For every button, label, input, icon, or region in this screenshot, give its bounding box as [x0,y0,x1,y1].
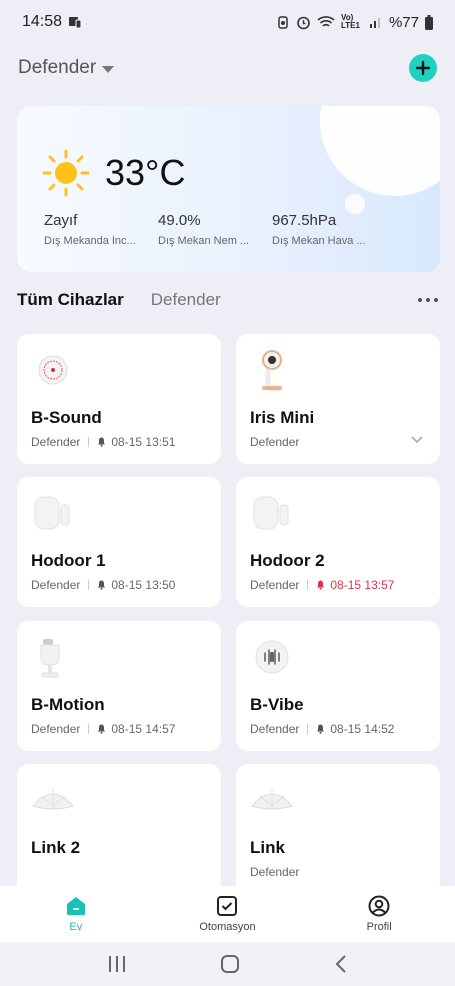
device-last-event-time: 08-15 13:50 [111,578,176,592]
device-last-event-time: 08-15 14:52 [330,722,395,736]
device-card[interactable]: Link Defender [236,764,440,886]
profile-icon [368,895,390,917]
weather-stat: Zayıf Dış Mekanda İnc... [44,212,158,247]
motion-sensor-icon [31,635,75,679]
more-options-icon[interactable] [418,298,438,302]
device-room: Defender [31,435,81,449]
nav-label: Profil [366,921,392,933]
bell-icon [317,724,325,734]
door-sensor-icon [31,491,75,535]
device-room: Defender [250,435,300,449]
system-navigation [0,942,455,986]
device-name: B-Vibe [250,695,304,714]
device-last-event-time: 08-15 14:57 [111,722,176,736]
decoration-bubble [345,194,365,214]
clock-icon [297,16,310,29]
bell-icon [98,437,106,447]
weather-stat-value: 49.0% [158,212,201,229]
battery-percent: %77 [388,13,419,31]
tab-all-devices[interactable]: Tüm Cihazlar [17,290,124,310]
device-name: Iris Mini [250,408,315,427]
decoration-bubble [368,182,374,188]
status-time: 14:58 [22,13,63,30]
wifi-icon [317,16,335,27]
home-icon [66,897,85,915]
hub-icon [250,778,294,822]
device-room: Defender [31,578,81,592]
temperature: 33°C [105,152,186,193]
device-room: Defender [250,578,300,592]
status-bar: 14:58 Vo) LTE1 %77 [0,0,455,44]
tab-defender[interactable]: Defender [151,290,221,310]
home-name: Defender [18,57,97,78]
nav-profile[interactable]: Profil [319,895,439,933]
alert-bell-icon [317,580,325,590]
weather-card[interactable]: 33°C Zayıf Dış Mekanda İnc... 49.0% Dış … [17,106,440,272]
signal-icon [369,18,380,28]
chevron-down-icon[interactable] [410,434,424,444]
automation-icon [217,896,238,916]
hub-icon [31,778,75,822]
device-name: Hodoor 1 [31,551,106,570]
device-room: Defender [250,722,300,736]
home-selector[interactable]: Defender [18,57,115,79]
device-name: B-Motion [31,695,105,714]
weather-stat: 967.5hPa Dış Mekan Hava ... [272,212,386,247]
device-card[interactable]: Link 2 [17,764,221,886]
alarm-icon [278,16,288,29]
siren-icon [31,348,75,392]
device-card[interactable]: Iris Mini Defender [236,334,440,464]
recent-apps-icon[interactable] [107,955,127,973]
vibration-sensor-icon [250,635,294,679]
device-name: B-Sound [31,408,102,427]
device-room: Defender [250,865,300,879]
weather-stat-value: 967.5hPa [272,212,337,229]
notification-icon [69,17,82,29]
room-tabs: Tüm Cihazlar Defender [17,286,438,314]
weather-stat: 49.0% Dış Mekan Nem ... [158,212,272,247]
nav-automation[interactable]: Otomasyon [167,895,287,933]
device-card[interactable]: B-Vibe Defender 08-15 14:52 [236,621,440,751]
back-icon[interactable] [334,954,348,974]
decoration-bubble [320,106,440,196]
device-card[interactable]: Hodoor 2 Defender 08-15 13:57 [236,477,440,607]
weather-stat-label: Dış Mekanda İnc... [44,235,136,247]
weather-stat-label: Dış Mekan Nem ... [158,235,250,247]
bell-icon [98,724,106,734]
device-grid: B-Sound Defender 08-15 13:51 Iris Mini D… [17,334,440,886]
bell-icon [98,580,106,590]
plus-icon [415,60,431,76]
device-name: Hodoor 2 [250,551,325,570]
device-card[interactable]: B-Motion Defender 08-15 14:57 [17,621,221,751]
network-label: Vo) LTE1 [340,13,360,30]
device-last-event-time: 08-15 13:51 [111,435,176,449]
door-sensor-icon [250,491,294,535]
device-room: Defender [31,722,81,736]
nav-home[interactable]: Ev [16,895,136,933]
nav-label: Ev [69,921,83,933]
device-card[interactable]: Hodoor 1 Defender 08-15 13:50 [17,477,221,607]
nav-label: Otomasyon [199,921,256,933]
weather-stat-value: Zayıf [44,212,78,229]
camera-icon [250,348,294,392]
header: Defender [0,44,455,92]
bottom-navigation: Ev Otomasyon Profil [0,886,455,942]
weather-stat-label: Dış Mekan Hava ... [272,235,366,247]
caret-down-icon [102,65,115,73]
device-name: Link [250,838,285,857]
device-last-event-time: 08-15 13:57 [330,578,395,592]
sun-icon [42,149,90,197]
home-button-icon[interactable] [220,954,240,974]
add-device-button[interactable] [409,54,437,82]
device-name: Link 2 [31,838,81,857]
battery-icon [425,14,433,30]
device-card[interactable]: B-Sound Defender 08-15 13:51 [17,334,221,464]
